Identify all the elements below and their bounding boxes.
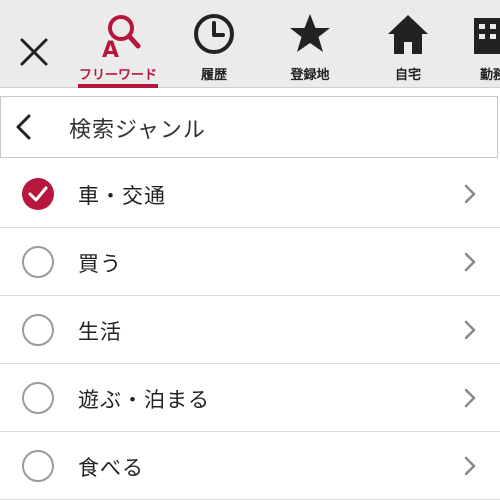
- radio-icon[interactable]: [21, 245, 55, 279]
- genre-label: 車・交通: [78, 184, 166, 208]
- genre-label: 買う: [78, 252, 122, 276]
- star-icon: [264, 10, 356, 58]
- top-tab-bar: A フリーワード 履歴 登録地 自宅 勤務: [0, 0, 500, 88]
- chevron-right-icon: [460, 250, 480, 274]
- chevron-right-icon: [460, 318, 480, 342]
- chevron-left-icon: [16, 114, 31, 140]
- tab-label: 自宅: [394, 68, 421, 83]
- close-button[interactable]: [14, 32, 54, 72]
- checked-radio-icon[interactable]: [21, 177, 55, 211]
- tab-history[interactable]: 履歴: [168, 0, 260, 88]
- radio-icon[interactable]: [21, 313, 55, 347]
- clock-icon: [168, 10, 260, 58]
- tab-home[interactable]: 自宅: [362, 0, 454, 88]
- genre-label: 遊ぶ・泊まる: [78, 388, 210, 412]
- radio-icon[interactable]: [21, 449, 55, 483]
- chevron-right-icon: [460, 386, 480, 410]
- genre-item-play-stay[interactable]: 遊ぶ・泊まる: [0, 364, 500, 432]
- tab-label: フリーワード: [78, 68, 157, 83]
- tab-label: 履歴: [200, 68, 227, 83]
- tab-label: 登録地: [290, 68, 330, 83]
- back-button[interactable]: [11, 113, 39, 141]
- genre-item-living[interactable]: 生活: [0, 296, 500, 364]
- radio-icon[interactable]: [21, 381, 55, 415]
- search-genre-header: 検索ジャンル: [0, 96, 498, 158]
- genre-label: 食べる: [78, 456, 144, 480]
- svg-text:A: A: [102, 38, 119, 58]
- close-icon: [20, 38, 48, 66]
- search-freeword-icon: A: [72, 10, 164, 58]
- tab-freeword[interactable]: A フリーワード: [72, 0, 164, 88]
- genre-item-buy[interactable]: 買う: [0, 228, 500, 296]
- chevron-right-icon: [460, 182, 480, 206]
- building-icon: [470, 10, 500, 58]
- genre-item-eat[interactable]: 食べる: [0, 432, 500, 500]
- genre-list: 車・交通 買う 生活 遊ぶ・泊まる 食べる: [0, 160, 500, 500]
- tab-label: 勤務: [480, 68, 500, 83]
- page-title: 検索ジャンル: [69, 118, 206, 143]
- genre-label: 生活: [78, 320, 122, 344]
- active-tab-indicator: [78, 84, 158, 88]
- tab-registered-places[interactable]: 登録地: [264, 0, 356, 88]
- genre-item-car-traffic[interactable]: 車・交通: [0, 160, 500, 228]
- tab-work[interactable]: 勤務: [458, 0, 500, 88]
- chevron-right-icon: [460, 454, 480, 478]
- home-icon: [362, 10, 454, 58]
